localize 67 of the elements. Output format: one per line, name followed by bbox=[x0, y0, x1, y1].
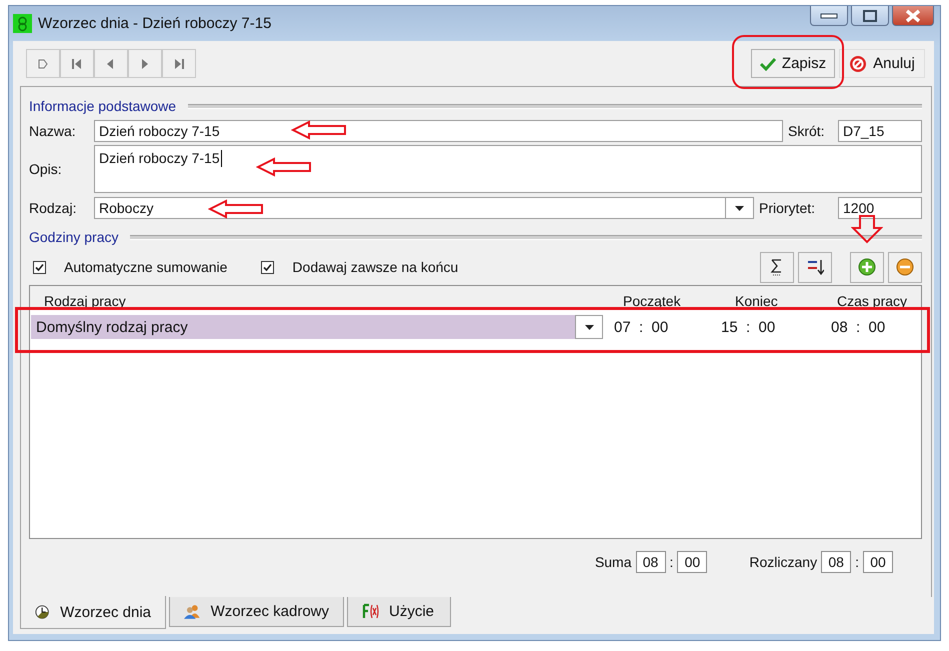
nav-button[interactable] bbox=[26, 49, 60, 78]
hours-field: 08 bbox=[821, 550, 852, 572]
close-button[interactable] bbox=[892, 6, 934, 26]
time-cell-text: 08 : 00 bbox=[830, 318, 886, 336]
field-label: Rodzaj: bbox=[29, 200, 78, 216]
type-dropdown[interactable]: Roboczy bbox=[94, 197, 726, 219]
last-icon bbox=[173, 58, 185, 70]
short-name-field[interactable]: D7_15 bbox=[838, 120, 922, 142]
sort-icon bbox=[806, 258, 824, 276]
time-separator: : bbox=[670, 554, 674, 570]
nav-button[interactable] bbox=[60, 49, 94, 78]
nav-button[interactable] bbox=[94, 49, 128, 78]
work-type-cell[interactable]: Domyślny rodzaj pracy bbox=[31, 315, 575, 339]
hours-field: 08 bbox=[636, 550, 666, 572]
field-label: Opis: bbox=[29, 161, 63, 177]
section-heading: Godziny pracy bbox=[29, 229, 118, 245]
minimize-button[interactable] bbox=[810, 6, 848, 26]
total-label: Suma bbox=[594, 554, 632, 570]
caret-icon bbox=[735, 206, 744, 210]
cancel-icon bbox=[849, 54, 868, 72]
function-icon bbox=[362, 603, 379, 620]
save-button[interactable]: Zapisz bbox=[751, 49, 835, 78]
total-label: Rozliczany bbox=[749, 554, 818, 570]
field-label: Nazwa: bbox=[29, 123, 77, 139]
dropdown-button[interactable] bbox=[726, 197, 754, 219]
minimize-icon bbox=[820, 12, 838, 18]
checkbox[interactable] bbox=[261, 260, 274, 274]
app-icon bbox=[13, 14, 32, 33]
checkbox-label: Dodawaj zawsze na końcu bbox=[292, 259, 458, 275]
close-icon bbox=[905, 8, 921, 22]
people-icon bbox=[184, 603, 201, 620]
add-button[interactable] bbox=[850, 252, 884, 282]
name-field[interactable]: Dzień roboczy 7-15 bbox=[94, 120, 783, 142]
sort-button[interactable] bbox=[798, 252, 832, 282]
section-heading: Informacje podstawowe bbox=[29, 98, 176, 114]
tab[interactable]: Użycie bbox=[347, 597, 451, 627]
maximize-icon bbox=[863, 10, 877, 22]
cancel-button[interactable]: Anuluj bbox=[839, 49, 925, 78]
tab[interactable]: Wzorzec kadrowy bbox=[169, 597, 344, 627]
window-title: Wzorzec dnia - Dzień roboczy 7-15 bbox=[38, 15, 272, 32]
minus-icon bbox=[896, 258, 914, 276]
plus-icon bbox=[858, 258, 876, 276]
page-icon bbox=[37, 58, 49, 70]
priority-field[interactable]: 1200 bbox=[838, 197, 922, 219]
checkbox-label: Automatyczne sumowanie bbox=[64, 259, 228, 275]
time-cell-text: 15 : 00 bbox=[720, 318, 776, 336]
check-icon bbox=[760, 56, 776, 70]
time-separator: : bbox=[855, 554, 859, 570]
checkbox[interactable] bbox=[33, 260, 46, 274]
time-cell-text: 07 : 00 bbox=[613, 318, 670, 336]
nav-button[interactable] bbox=[128, 49, 162, 78]
minutes-field: 00 bbox=[863, 550, 893, 572]
field-label: Priorytet: bbox=[758, 200, 816, 216]
field-label: Skrót: bbox=[787, 123, 826, 139]
dropdown-button[interactable] bbox=[575, 315, 603, 339]
remove-button[interactable] bbox=[888, 252, 922, 282]
minutes-field: 00 bbox=[677, 550, 708, 572]
description-field[interactable]: Dzień roboczy 7-15 bbox=[94, 145, 922, 193]
column-header: Koniec bbox=[734, 293, 779, 310]
first-icon bbox=[71, 58, 83, 70]
clock-icon bbox=[35, 604, 50, 620]
column-header: Początek bbox=[622, 293, 682, 310]
sum-button[interactable] bbox=[760, 252, 794, 282]
caret-icon bbox=[584, 324, 594, 330]
tab[interactable]: Wzorzec dnia bbox=[20, 596, 166, 629]
nav-button[interactable] bbox=[162, 49, 196, 78]
maximize-button[interactable] bbox=[851, 6, 889, 26]
